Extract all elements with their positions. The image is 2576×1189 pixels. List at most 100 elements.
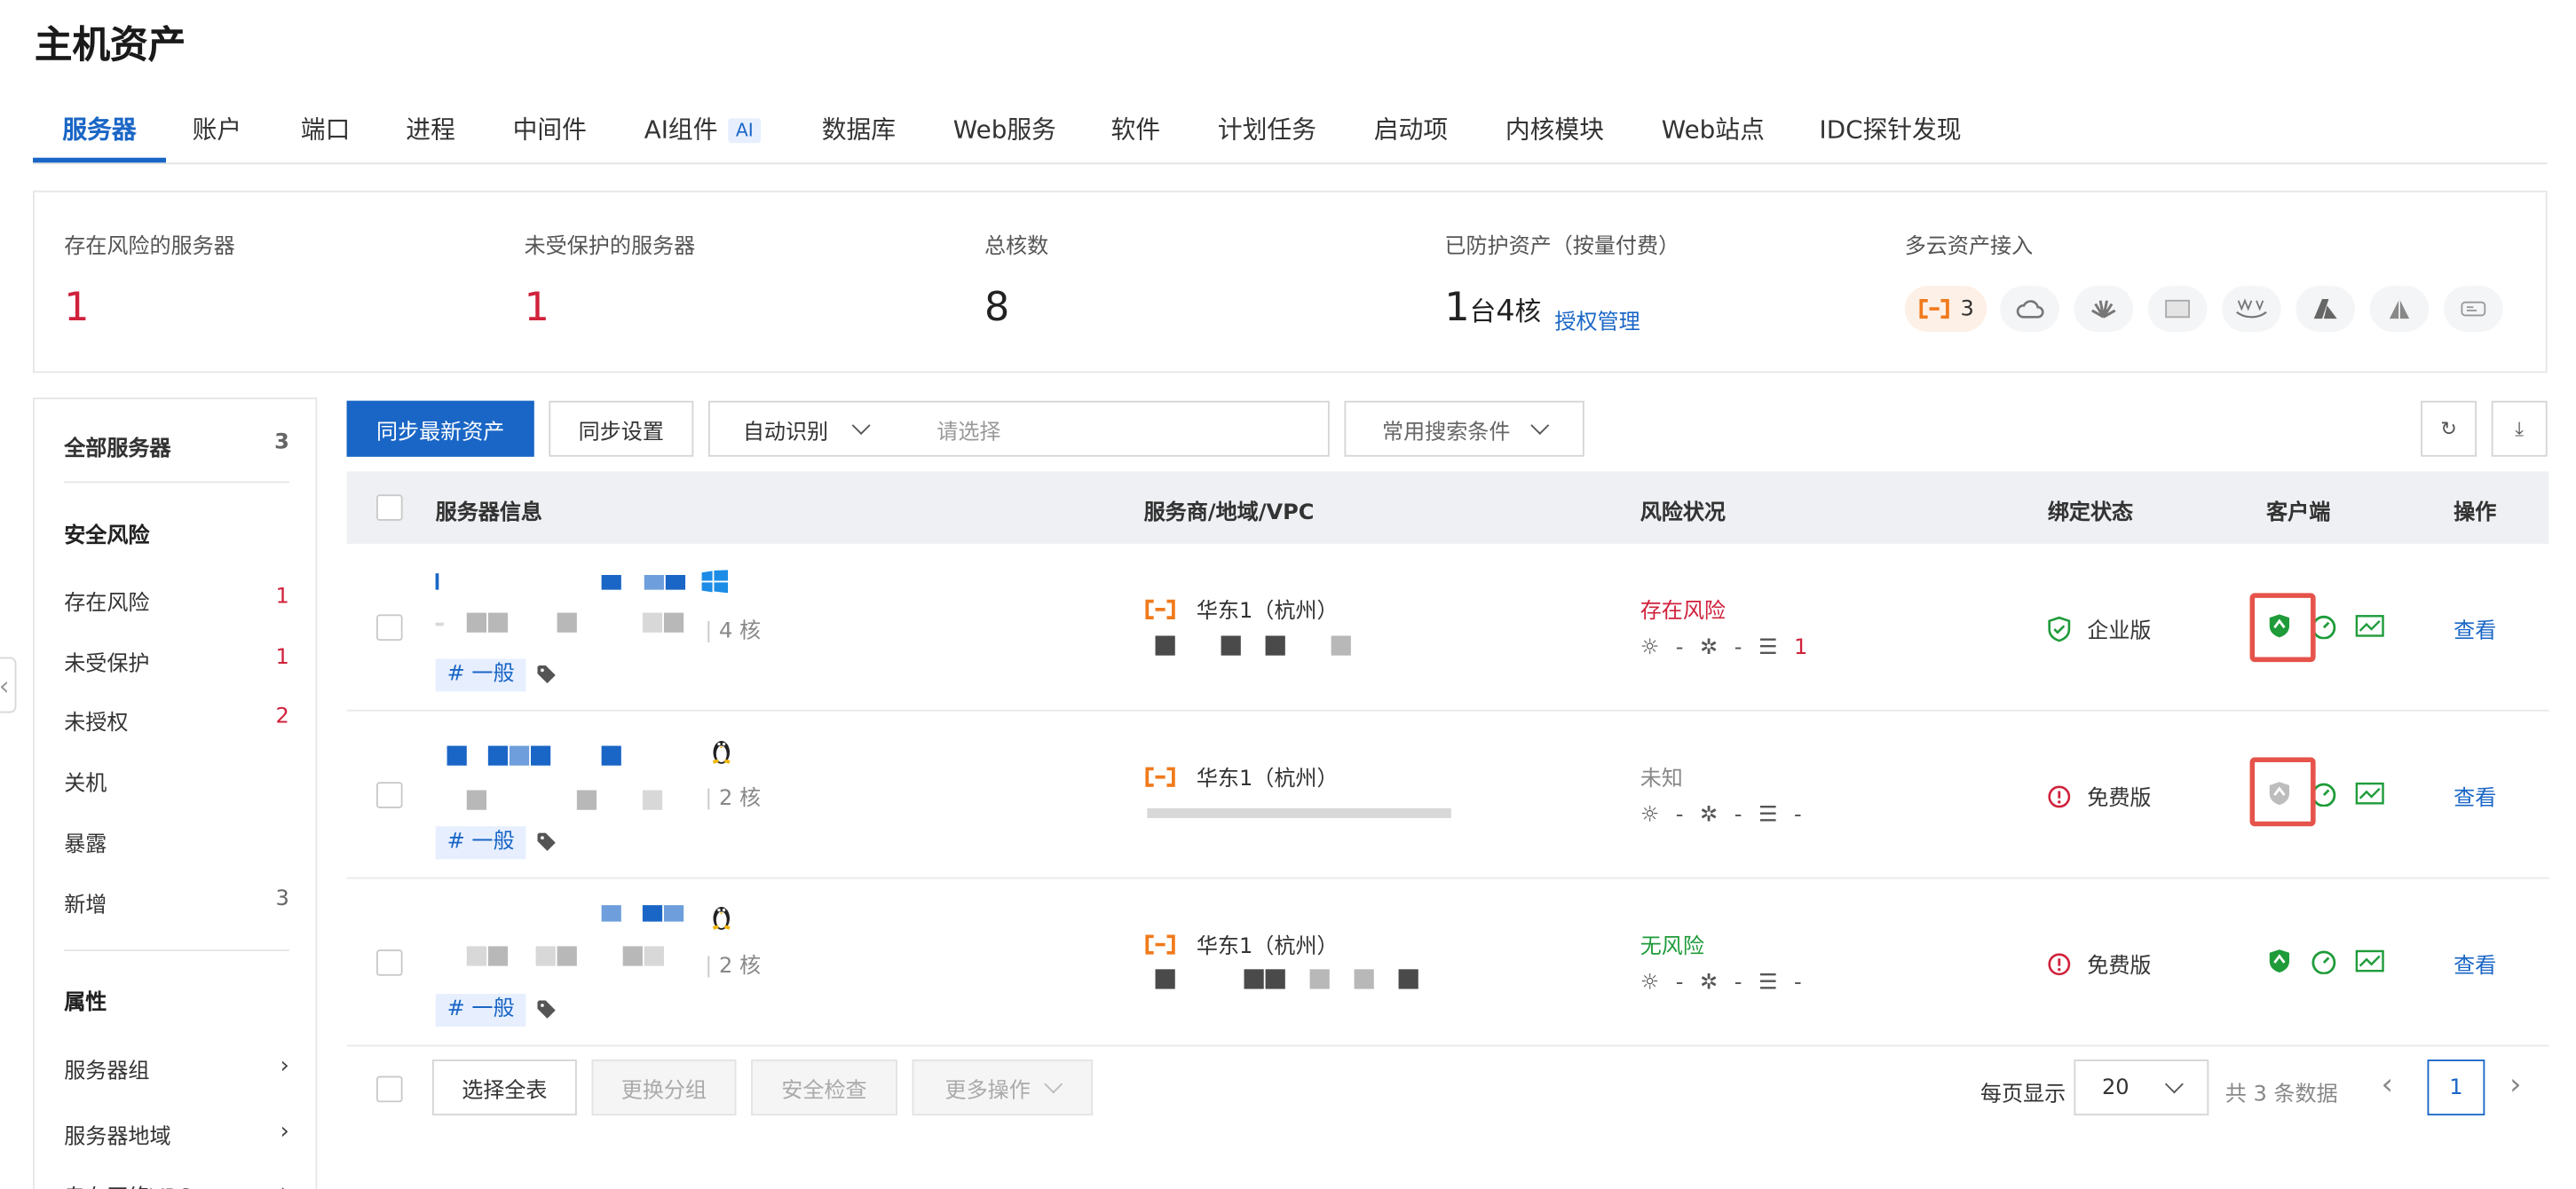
cloud-chip-generic[interactable] [2000,286,2059,332]
alert-count[interactable]: - [1676,635,1684,660]
view-link[interactable]: 查看 [2454,613,2496,644]
col-risk: 风险状况 [1640,500,1726,526]
stat-unprotected-label: 未受保护的服务器 [524,234,696,260]
chevron-down-icon [1044,1075,1063,1094]
tab-web-sites[interactable]: Web站点 [1662,112,1765,146]
cloud-chip-google[interactable] [2369,286,2430,332]
more-actions-label: 更多操作 [944,1078,1031,1104]
security-check-button[interactable]: 安全检查 [751,1059,897,1116]
cloud-chip-azure[interactable] [2295,286,2356,332]
license-management-link[interactable]: 授权管理 [1554,304,1640,335]
download-icon: ⤓ [2515,416,2525,440]
table-row[interactable]: | 2 核 # 一般 华东1（杭州） 未知 ☼ - ✲ - ☰ - 免费版 查看 [346,712,2549,879]
change-group-button[interactable]: 更换分组 [591,1059,737,1116]
masked-server-ip [663,612,684,633]
tab-web-services[interactable]: Web服务 [953,112,1056,146]
sidebar-item-label: 暴露 [64,832,107,858]
sidebar-item-unauthorized[interactable]: 未授权 2 [64,705,289,736]
tab-ports[interactable]: 端口 [301,112,351,146]
sidebar-item-at-risk[interactable]: 存在风险 1 [64,585,289,616]
vulnerability-count[interactable]: - [1734,971,1742,996]
tab-processes[interactable]: 进程 [406,112,455,146]
monitor-chart-icon[interactable] [2355,782,2384,805]
masked-server-name [509,745,530,766]
collapse-panel-toggle[interactable]: ‹ [0,657,17,713]
alert-count[interactable]: - [1676,803,1684,828]
sidebar-item-unprotected[interactable]: 未受保护 1 [64,646,289,677]
tab-databases[interactable]: 数据库 [822,112,896,146]
common-search-select[interactable]: 常用搜索条件 [1344,400,1584,457]
tab-idc-probe[interactable]: IDC探针发现 [1819,112,1961,146]
tab-servers[interactable]: 服务器 [62,112,136,146]
row-checkbox[interactable] [375,614,403,642]
tab-startup-items[interactable]: 启动项 [1374,112,1448,146]
tab-scheduled-tasks[interactable]: 计划任务 [1218,112,1316,146]
masked-server-ip [466,946,487,966]
next-page-icon[interactable]: › [2509,1067,2521,1102]
server-tag[interactable]: # 一般 [435,658,526,692]
vulnerability-count[interactable]: - [1734,635,1742,660]
page-size-select[interactable]: 20 [2074,1059,2209,1116]
tab-kernel-modules[interactable]: 内核模块 [1505,112,1604,146]
sidebar-item-new[interactable]: 新增 3 [64,887,289,918]
sidebar-item-server-region[interactable]: 服务器地域 › [64,1119,289,1150]
baseline-count[interactable]: - [1794,971,1802,996]
sidebar-item-label: 存在风险 [64,591,150,617]
search-value-select[interactable]: 请选择 [911,413,1000,445]
cloud-chip-aws[interactable] [2222,286,2281,332]
table-row[interactable]: | 4 核 # 一般 华东1（杭州） 存在风险 ☼ - ✲ - ☰ 1 企业版 查看 [346,544,2549,712]
monitor-chart-icon[interactable] [2355,614,2384,637]
select-all-checkbox[interactable] [375,494,403,521]
sidebar-divider [64,481,289,484]
cloud-chip-other[interactable] [2444,286,2503,332]
sidebar-item-all[interactable]: 全部服务器 3 [64,430,289,461]
edition-label: 企业版 [2087,618,2152,644]
row-checkbox[interactable] [375,949,403,976]
tag-icon[interactable] [537,665,556,684]
stat-risk-value[interactable]: 1 [64,284,89,330]
select-all-table-button[interactable]: 选择全表 [431,1059,577,1116]
tag-icon[interactable] [537,832,556,852]
page-title: 主机资产 [34,24,186,67]
monitor-chart-icon[interactable] [2355,949,2384,972]
vulnerability-count[interactable]: - [1734,803,1742,828]
masked-server-name[interactable] [435,573,439,590]
page-number-current[interactable]: 1 [2427,1059,2485,1116]
tab-accounts[interactable]: 账户 [193,112,242,146]
baseline-count[interactable]: - [1794,803,1802,828]
prev-page-icon[interactable]: ‹ [2382,1067,2393,1102]
sidebar-item-server-group[interactable]: 服务器组 › [64,1053,289,1084]
stat-unprotected-value[interactable]: 1 [525,284,549,330]
refresh-button[interactable]: ↻ [2421,400,2477,457]
view-link[interactable]: 查看 [2454,780,2496,812]
sidebar-item-shutdown[interactable]: 关机 [64,766,289,797]
sync-settings-button[interactable]: 同步设置 [549,400,694,457]
tab-middleware[interactable]: 中间件 [513,112,587,146]
auto-identify-select[interactable]: 自动识别 [710,413,911,445]
cloud-chip-idc[interactable] [2147,286,2208,332]
masked-server-name[interactable] [601,905,621,922]
download-button[interactable]: ⤓ [2491,400,2548,457]
row-checkbox[interactable] [375,782,403,808]
masked-server-name[interactable] [446,745,467,766]
server-tag[interactable]: # 一般 [435,994,526,1028]
sync-latest-assets-button[interactable]: 同步最新资产 [346,400,534,457]
agent-shield-icon[interactable] [2266,948,2293,974]
alert-count[interactable]: - [1676,971,1684,996]
footer-select-checkbox[interactable] [375,1075,403,1103]
cloud-chip-huawei[interactable] [2074,286,2134,332]
table-row[interactable]: | 2 核 # 一般 华东1（杭州） 无风险 ☼ - ✲ - ☰ - 免费版 查看 [346,878,2549,1047]
more-actions-dropdown[interactable]: 更多操作 [912,1059,1094,1116]
sidebar-item-exposed[interactable]: 暴露 [64,826,289,858]
sidebar-item-vpc[interactable]: 专有网络VPC › [64,1179,289,1189]
tab-software[interactable]: 软件 [1111,112,1161,146]
baseline-count[interactable]: 1 [1794,635,1807,660]
view-link[interactable]: 查看 [2454,948,2496,980]
tag-icon[interactable] [537,1000,556,1019]
masked-server-ip [557,946,577,966]
speedometer-icon[interactable] [2309,948,2338,974]
server-tag[interactable]: # 一般 [435,826,526,860]
tab-ai-components[interactable]: AI组件 AI [644,112,763,146]
aliyun-chip[interactable]: 3 [1904,286,1987,332]
alert-icon: ☼ [1640,635,1660,661]
